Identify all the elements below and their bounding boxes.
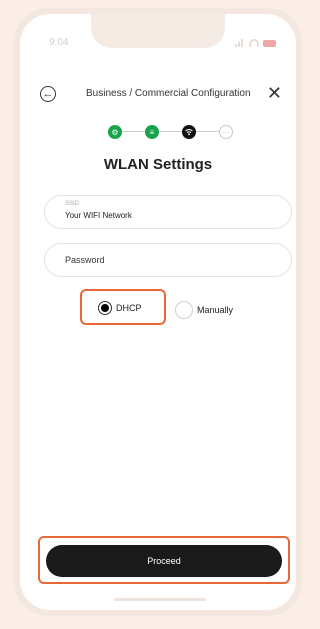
status-icons: [235, 39, 276, 47]
stepper-connector: [196, 131, 219, 132]
close-icon[interactable]: ✕: [267, 84, 282, 102]
battery-icon: [263, 39, 276, 47]
radio-selected-icon[interactable]: [98, 301, 112, 315]
wifi-icon: [182, 125, 196, 139]
progress-stepper: ⚙ ≡ ⋯: [108, 122, 233, 142]
radio-dhcp[interactable]: DHCP: [98, 301, 142, 315]
wifi-status-icon: [249, 39, 259, 47]
stepper-connector: [122, 131, 145, 132]
app-screen: 9:04 ← Business / Commercial Configurati…: [20, 14, 296, 610]
radio-manually[interactable]: Manually: [175, 301, 233, 319]
radio-unselected-icon[interactable]: [175, 301, 193, 319]
ssid-value: Your WIFI Network: [65, 211, 132, 220]
stepper-connector: [159, 131, 182, 132]
password-field[interactable]: Password: [44, 243, 292, 277]
list-icon: ≡: [145, 125, 159, 139]
ellipsis-icon: ⋯: [219, 125, 233, 139]
radio-dhcp-label: DHCP: [116, 303, 142, 313]
home-indicator: [114, 598, 206, 601]
header-title: Business / Commercial Configuration: [86, 88, 251, 99]
phone-frame: 9:04 ← Business / Commercial Configurati…: [14, 8, 302, 616]
ssid-field[interactable]: SSID Your WIFI Network: [44, 195, 292, 229]
back-arrow-icon[interactable]: ←: [40, 86, 56, 102]
gear-icon: ⚙: [108, 125, 122, 139]
radio-manually-label: Manually: [197, 305, 234, 315]
phone-notch: [91, 14, 225, 48]
password-placeholder: Password: [65, 255, 105, 265]
header: ← Business / Commercial Configuration ✕: [20, 84, 296, 112]
signal-icon: [235, 39, 245, 47]
proceed-button[interactable]: Proceed: [46, 545, 282, 577]
status-time: 9:04: [49, 37, 69, 48]
page-title: WLAN Settings: [103, 156, 213, 173]
ssid-label: SSID: [65, 201, 80, 207]
